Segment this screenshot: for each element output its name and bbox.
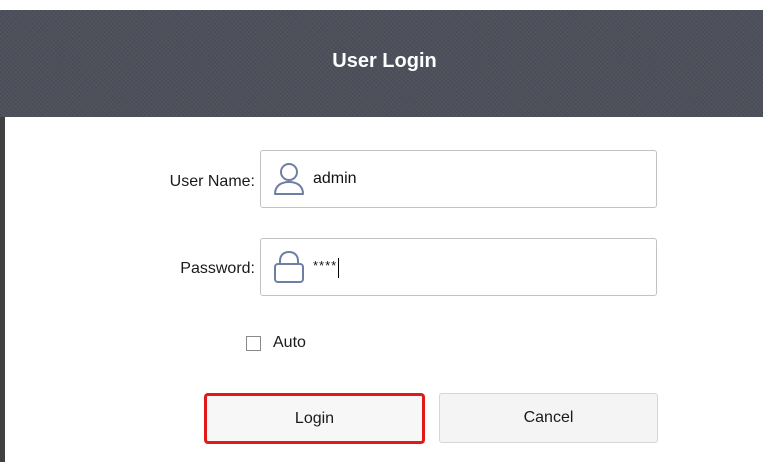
text-caret — [338, 258, 340, 278]
password-field[interactable]: **** — [260, 238, 657, 296]
auto-checkbox[interactable] — [246, 335, 261, 351]
login-dialog: User Login User Name: admin Password: **… — [0, 0, 763, 462]
username-field[interactable]: admin — [260, 150, 657, 208]
auto-label: Auto — [273, 334, 306, 351]
dialog-header: User Login — [0, 10, 763, 117]
password-value-wrap: **** — [313, 257, 340, 278]
dialog-left-border — [0, 117, 5, 462]
username-label: User Name: — [169, 173, 255, 190]
login-button[interactable]: Login — [204, 393, 425, 444]
lock-icon — [269, 247, 309, 287]
password-value: **** — [313, 257, 338, 273]
auto-login-row[interactable]: Auto — [246, 334, 306, 352]
cancel-button[interactable]: Cancel — [439, 393, 658, 443]
username-value: admin — [313, 170, 357, 187]
password-label: Password: — [180, 260, 255, 277]
user-icon — [269, 159, 309, 199]
dialog-title: User Login — [332, 50, 437, 72]
